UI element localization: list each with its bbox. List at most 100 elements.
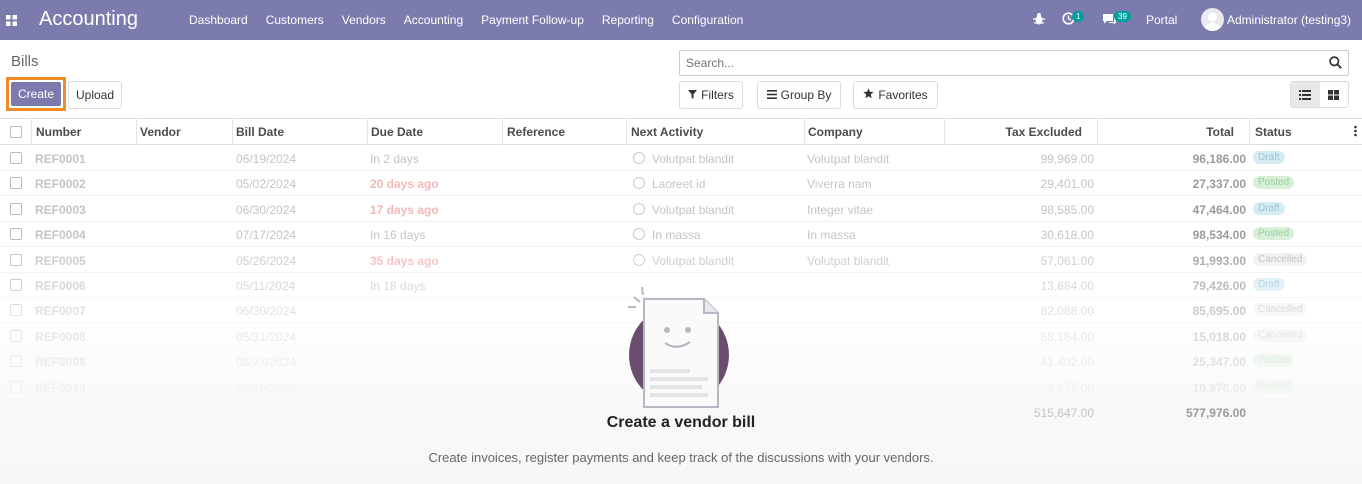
create-button[interactable]: Create <box>11 82 61 106</box>
activity-clock-icon[interactable] <box>633 152 645 164</box>
header-company[interactable]: Company <box>808 125 863 139</box>
header-reference[interactable]: Reference <box>507 125 565 139</box>
row-checkbox[interactable] <box>10 177 22 190</box>
header-vendor[interactable]: Vendor <box>140 125 181 139</box>
cell-tax-excluded: 99,969.00 <box>1040 152 1094 166</box>
status-badge: Cancelled <box>1253 303 1308 317</box>
cell-total: 27,337.00 <box>1192 177 1246 192</box>
list-view-icon[interactable] <box>1291 82 1320 107</box>
cell-bill-date: 05/31/2024 <box>236 329 297 344</box>
header-status[interactable]: Status <box>1255 125 1292 139</box>
bug-icon[interactable] <box>1033 12 1045 29</box>
group-by-button[interactable]: Group By <box>757 81 841 109</box>
status-badge: Posted <box>1253 176 1295 190</box>
favorites-label: Favorites <box>878 88 928 102</box>
vendor-bill-illustration <box>622 285 742 410</box>
app-brand[interactable]: Accounting <box>39 8 138 31</box>
avatar[interactable] <box>1201 8 1224 31</box>
cell-total: 98,534.00 <box>1192 228 1246 243</box>
activity-clock-icon[interactable] <box>633 228 645 241</box>
filters-label: Filters <box>701 88 734 102</box>
header-next-activity[interactable]: Next Activity <box>631 125 703 139</box>
table-row[interactable]: REF0004 07/17/2024 In 16 days In massa In ma… <box>0 222 1362 248</box>
user-menu[interactable]: Administrator (testing3) <box>1227 13 1351 27</box>
activity-clock-icon[interactable] <box>633 202 645 215</box>
column-options-icon[interactable] <box>1354 125 1357 140</box>
app-menu-icon[interactable] <box>0 0 22 40</box>
cell-total: 79,426.00 <box>1192 279 1246 293</box>
header-bill-date[interactable]: Bill Date <box>236 125 284 139</box>
cell-tax-excluded: 4,675.00 <box>1047 380 1094 395</box>
status-badge: Draft <box>1253 278 1285 291</box>
status-badge: Posted <box>1253 227 1295 241</box>
cell-tax-excluded: 58,164.00 <box>1040 329 1094 344</box>
search-icon[interactable] <box>1329 56 1342 72</box>
table-row[interactable]: REF0002 05/02/2024 20 days ago Laoreet id Vi… <box>0 171 1362 197</box>
cell-total: 15,018.00 <box>1192 329 1246 344</box>
portal-link[interactable]: Portal <box>1146 13 1177 27</box>
header-number[interactable]: Number <box>36 125 81 139</box>
select-all-checkbox[interactable] <box>10 126 22 138</box>
row-checkbox[interactable] <box>10 152 22 164</box>
header-total[interactable]: Total <box>1206 125 1234 139</box>
kanban-view-icon[interactable] <box>1320 82 1349 107</box>
cell-bill-date: 06/27/2024 <box>236 355 297 370</box>
table-row[interactable]: REF0003 06/30/2024 17 days ago Volutpat bla… <box>0 197 1362 222</box>
cell-tax-excluded: 29,401.00 <box>1040 177 1094 192</box>
header-due-date[interactable]: Due Date <box>371 125 423 139</box>
cell-bill-date: 05/26/2024 <box>236 253 297 268</box>
row-checkbox[interactable] <box>10 253 22 266</box>
row-checkbox[interactable] <box>10 279 22 291</box>
cell-bill-date: 06/30/2024 <box>236 202 297 217</box>
search-input[interactable] <box>680 51 1320 75</box>
menu-dashboard[interactable]: Dashboard <box>180 13 257 27</box>
activity-clock-icon[interactable] <box>633 253 645 266</box>
favorites-button[interactable]: Favorites <box>853 81 938 109</box>
row-checkbox[interactable] <box>10 202 22 215</box>
activity-count-badge: 1 <box>1072 11 1085 22</box>
upload-button[interactable]: Upload <box>68 81 122 109</box>
cell-company: Viverra nam <box>807 177 872 192</box>
header-tax-excluded[interactable]: Tax Excluded <box>1006 125 1082 139</box>
main-menu: Dashboard Customers Vendors Accounting P… <box>180 0 752 40</box>
menu-payment-follow-up[interactable]: Payment Follow-up <box>472 13 593 27</box>
cell-company: Volutpat blandit <box>807 253 890 268</box>
cell-number: REF0010 <box>35 380 86 395</box>
status-badge: Cancelled <box>1253 252 1308 266</box>
row-checkbox[interactable] <box>10 380 22 393</box>
cell-total: 85,695.00 <box>1192 304 1246 319</box>
row-checkbox[interactable] <box>10 355 22 368</box>
cell-due-date: In 16 days <box>370 228 426 243</box>
row-checkbox[interactable] <box>10 228 22 241</box>
cell-company: In massa <box>807 228 856 243</box>
cell-company: Volutpat blandit <box>807 152 890 166</box>
top-navbar: Accounting Dashboard Customers Vendors A… <box>0 0 1362 40</box>
cell-due-date: In 18 days <box>370 279 426 293</box>
group-by-label: Group By <box>780 88 832 102</box>
cell-due-date: 35 days ago <box>370 253 439 268</box>
cell-number: REF0009 <box>35 355 86 370</box>
menu-configuration[interactable]: Configuration <box>663 13 752 27</box>
cell-tax-excluded: 57,061.00 <box>1040 253 1094 268</box>
cell-next-activity: Volutpat blandit <box>652 202 735 217</box>
empty-state-title: Create a vendor bill <box>606 414 756 431</box>
table-row[interactable]: REF0001 06/19/2024 In 2 days Volutpat bland… <box>0 146 1362 171</box>
cell-tax-excluded: 30,618.00 <box>1040 228 1094 243</box>
cell-number: REF0005 <box>35 253 86 268</box>
filters-button[interactable]: Filters <box>679 81 743 109</box>
menu-vendors[interactable]: Vendors <box>333 13 395 27</box>
cell-total: 25,347.00 <box>1192 355 1246 370</box>
cell-number: REF0004 <box>35 228 86 243</box>
filter-icon <box>688 88 698 102</box>
cell-total: 96,186.00 <box>1192 152 1246 166</box>
table-row[interactable]: REF0005 05/26/2024 35 days ago Volutpat bla… <box>0 248 1362 273</box>
activity-clock-icon[interactable] <box>633 177 645 190</box>
menu-customers[interactable]: Customers <box>257 13 333 27</box>
cell-number: REF0006 <box>35 279 86 293</box>
menu-accounting[interactable]: Accounting <box>395 13 472 27</box>
row-checkbox[interactable] <box>10 329 22 342</box>
empty-state-text: Create invoices, register payments and k… <box>428 450 934 465</box>
menu-reporting[interactable]: Reporting <box>593 13 663 27</box>
cell-company: Integer vitae <box>807 202 874 217</box>
row-checkbox[interactable] <box>10 304 22 317</box>
